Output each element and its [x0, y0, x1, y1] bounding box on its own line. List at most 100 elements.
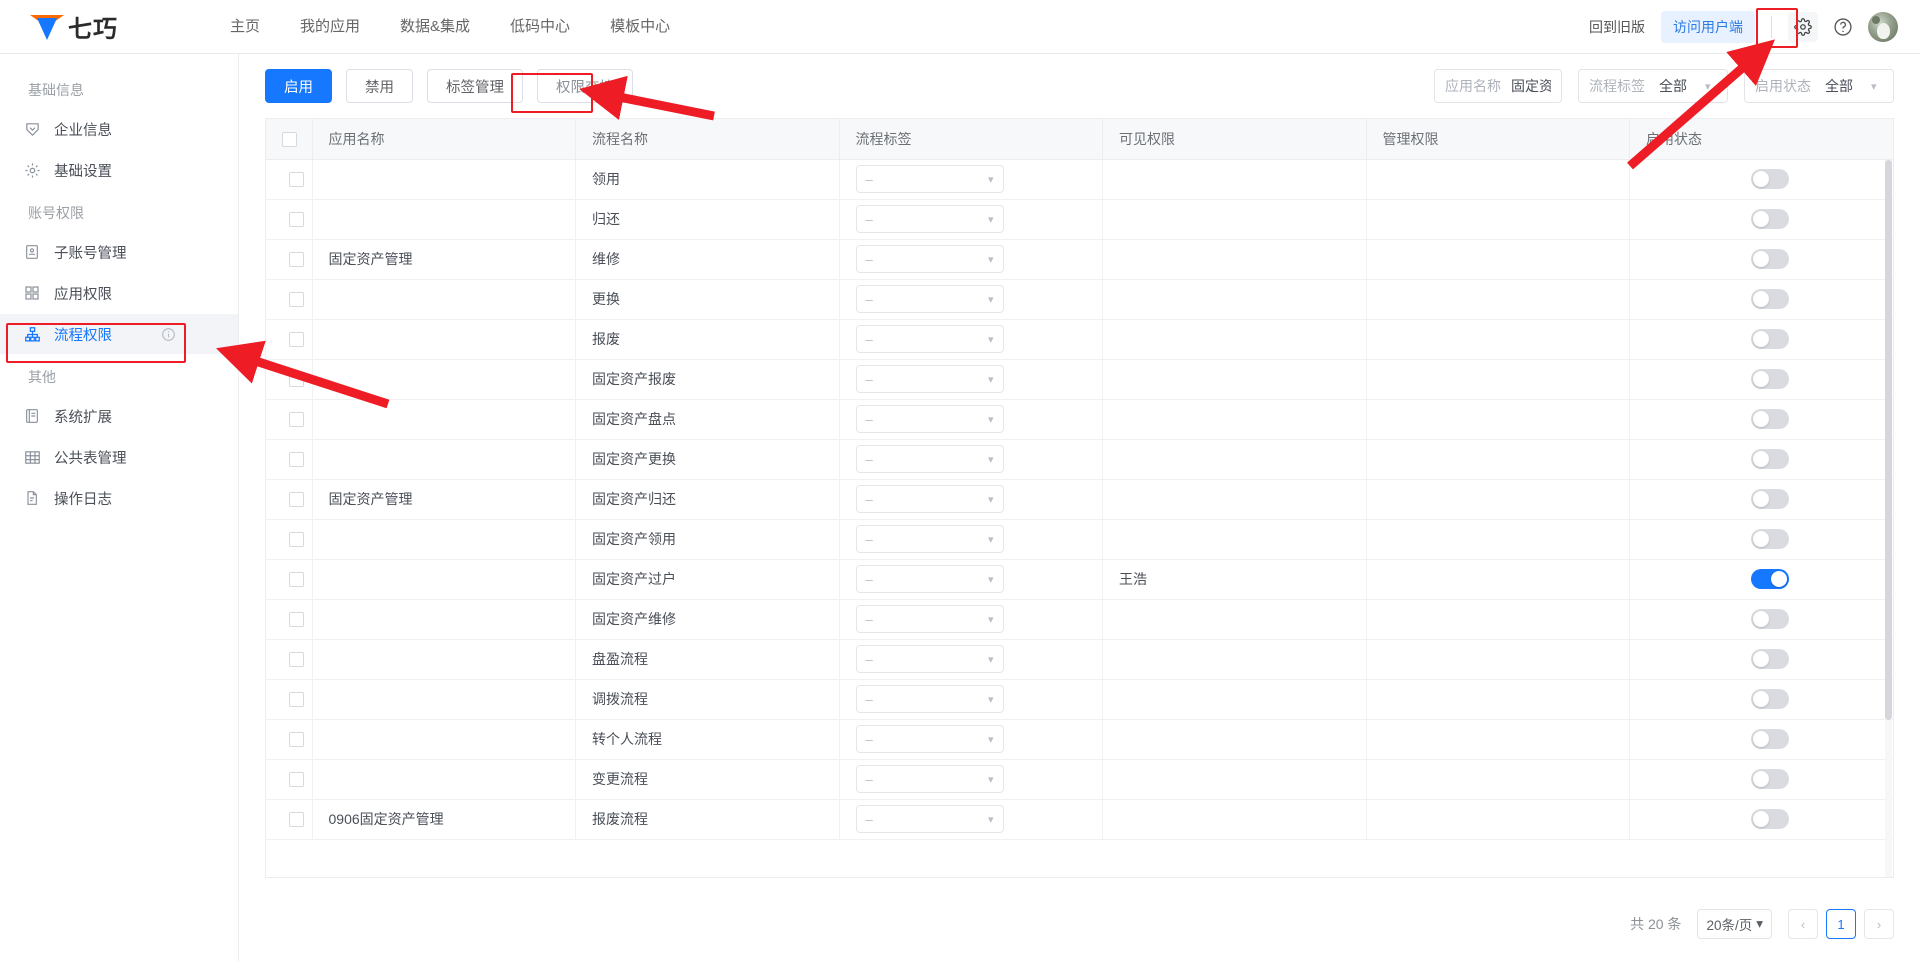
flow-tag-select[interactable]: – ▾	[855, 485, 1004, 513]
row-checkbox[interactable]	[289, 212, 305, 228]
flow-tag-select[interactable]: – ▾	[855, 405, 1004, 433]
row-checkbox[interactable]	[289, 692, 305, 708]
cell-manage-permission[interactable]	[1366, 799, 1630, 840]
cell-manage-permission[interactable]	[1366, 399, 1630, 440]
row-checkbox[interactable]	[289, 372, 305, 388]
cell-visible-permission[interactable]	[1102, 199, 1367, 240]
row-select-cell[interactable]	[266, 439, 313, 480]
row-select-cell[interactable]	[266, 719, 313, 760]
row-checkbox[interactable]	[289, 812, 305, 828]
cell-visible-permission[interactable]	[1102, 759, 1367, 800]
cell-manage-permission[interactable]	[1366, 319, 1630, 360]
tag-manage-button[interactable]: 标签管理	[427, 69, 523, 103]
flow-tag-select[interactable]: – ▾	[855, 685, 1004, 713]
row-checkbox[interactable]	[289, 292, 305, 308]
enable-toggle[interactable]	[1750, 689, 1789, 709]
filter-enable-status[interactable]: 启用状态 全部 ▾	[1744, 69, 1894, 103]
row-checkbox[interactable]	[289, 452, 305, 468]
row-select-cell[interactable]	[266, 359, 313, 400]
flow-tag-select[interactable]: – ▾	[855, 205, 1004, 233]
enable-toggle[interactable]	[1750, 529, 1789, 549]
cell-manage-permission[interactable]	[1366, 519, 1630, 560]
row-select-cell[interactable]	[266, 599, 313, 640]
row-checkbox[interactable]	[289, 572, 305, 588]
cell-visible-permission[interactable]	[1102, 799, 1367, 840]
topnav-item-template[interactable]: 模板中心	[610, 0, 670, 54]
enable-toggle[interactable]	[1750, 449, 1789, 469]
sidebar-item-operation-log[interactable]: 操作日志	[0, 478, 238, 518]
enable-toggle[interactable]	[1750, 609, 1789, 629]
enable-toggle[interactable]	[1750, 369, 1789, 389]
sidebar-item-process-permission[interactable]: 流程权限	[0, 314, 238, 354]
page-number-1[interactable]: 1	[1826, 909, 1856, 939]
row-checkbox[interactable]	[289, 612, 305, 628]
topnav-item-my-apps[interactable]: 我的应用	[300, 0, 360, 54]
topnav-item-lowcode[interactable]: 低码中心	[510, 0, 570, 54]
scrollbar-thumb[interactable]	[1885, 160, 1892, 720]
row-checkbox[interactable]	[289, 412, 305, 428]
row-checkbox[interactable]	[289, 252, 305, 268]
topnav-item-home[interactable]: 主页	[230, 0, 260, 54]
enable-button[interactable]: 启用	[265, 69, 332, 103]
cell-manage-permission[interactable]	[1366, 559, 1630, 600]
enable-toggle[interactable]	[1750, 489, 1789, 509]
enable-toggle[interactable]	[1750, 409, 1789, 429]
row-checkbox[interactable]	[289, 772, 305, 788]
row-select-cell[interactable]	[266, 799, 313, 840]
cell-visible-permission[interactable]	[1102, 319, 1367, 360]
info-circle-icon[interactable]	[161, 327, 176, 342]
row-select-cell[interactable]	[266, 519, 313, 560]
sidebar-item-enterprise-info[interactable]: 企业信息	[0, 109, 238, 149]
enable-toggle[interactable]	[1750, 329, 1789, 349]
flow-tag-select[interactable]: – ▾	[855, 165, 1004, 193]
sidebar-item-system-extension[interactable]: 系统扩展	[0, 396, 238, 436]
cell-visible-permission[interactable]	[1102, 439, 1367, 480]
sidebar-item-subaccount-manage[interactable]: 子账号管理	[0, 232, 238, 272]
cell-visible-permission[interactable]	[1102, 639, 1367, 680]
cell-manage-permission[interactable]	[1366, 439, 1630, 480]
cell-visible-permission[interactable]	[1102, 479, 1367, 520]
cell-manage-permission[interactable]	[1366, 759, 1630, 800]
flow-tag-select[interactable]: – ▾	[855, 325, 1004, 353]
flow-tag-select[interactable]: – ▾	[855, 605, 1004, 633]
disable-button[interactable]: 禁用	[346, 69, 413, 103]
row-checkbox[interactable]	[289, 172, 305, 188]
row-checkbox[interactable]	[289, 732, 305, 748]
enable-toggle[interactable]	[1750, 729, 1789, 749]
cell-manage-permission[interactable]	[1366, 359, 1630, 400]
enable-toggle[interactable]	[1750, 769, 1789, 789]
flow-tag-select[interactable]: – ▾	[855, 725, 1004, 753]
select-all-checkbox[interactable]	[282, 132, 297, 148]
flow-tag-select[interactable]: – ▾	[855, 805, 1004, 833]
sidebar-item-app-permission[interactable]: 应用权限	[0, 273, 238, 313]
cell-manage-permission[interactable]	[1366, 639, 1630, 680]
enable-toggle[interactable]	[1750, 809, 1789, 829]
row-select-cell[interactable]	[266, 639, 313, 680]
enable-toggle[interactable]	[1750, 289, 1789, 309]
enable-toggle[interactable]	[1750, 249, 1789, 269]
row-select-cell[interactable]	[266, 239, 313, 280]
enable-toggle[interactable]	[1750, 569, 1789, 589]
cell-manage-permission[interactable]	[1366, 599, 1630, 640]
sidebar-item-basic-settings[interactable]: 基础设置	[0, 150, 238, 190]
row-select-cell[interactable]	[266, 759, 313, 800]
flow-tag-select[interactable]: – ▾	[855, 445, 1004, 473]
flow-tag-select[interactable]: – ▾	[855, 565, 1004, 593]
row-checkbox[interactable]	[289, 492, 305, 508]
flow-tag-select[interactable]: – ▾	[855, 365, 1004, 393]
gear-icon[interactable]	[1788, 12, 1818, 42]
row-select-cell[interactable]	[266, 279, 313, 320]
row-select-cell[interactable]	[266, 159, 313, 200]
row-select-cell[interactable]	[266, 479, 313, 520]
enable-toggle[interactable]	[1750, 169, 1789, 189]
row-select-cell[interactable]	[266, 559, 313, 600]
cell-manage-permission[interactable]	[1366, 279, 1630, 320]
cell-manage-permission[interactable]	[1366, 719, 1630, 760]
cell-manage-permission[interactable]	[1366, 679, 1630, 720]
visit-client-button[interactable]: 访问用户端	[1661, 11, 1755, 43]
row-select-cell[interactable]	[266, 679, 313, 720]
cell-visible-permission[interactable]	[1102, 279, 1367, 320]
cell-visible-permission[interactable]	[1102, 399, 1367, 440]
cell-visible-permission[interactable]: 王浩	[1102, 559, 1367, 600]
cell-visible-permission[interactable]	[1102, 159, 1367, 200]
